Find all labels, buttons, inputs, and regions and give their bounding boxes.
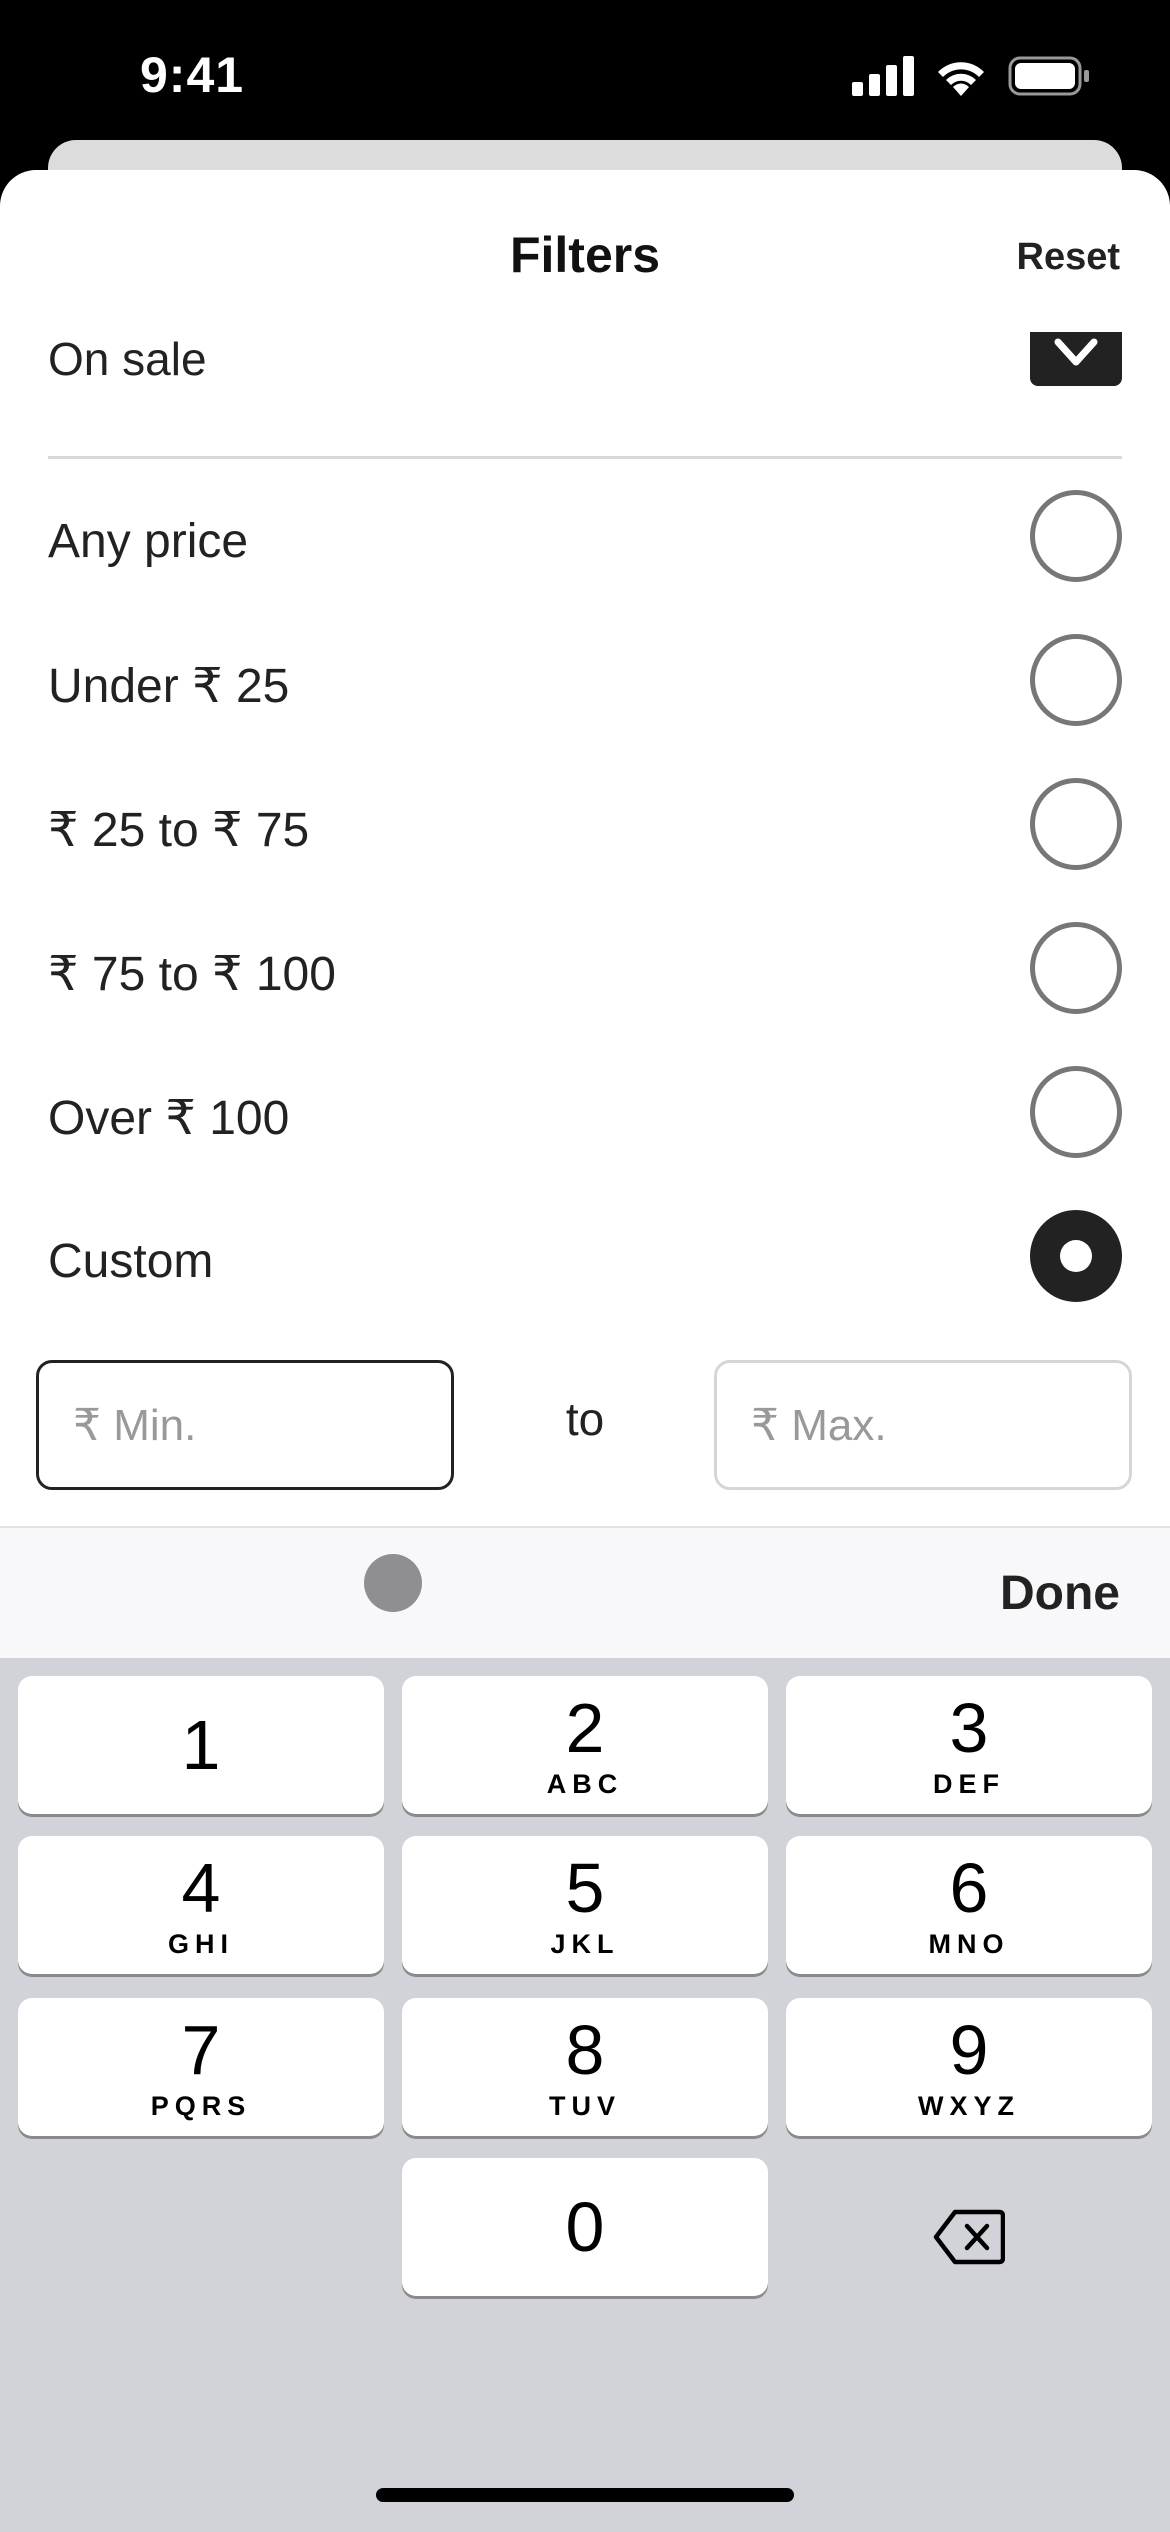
radio-75-to-100[interactable] [1030,922,1122,1014]
key-digit: 9 [949,2010,989,2089]
radio-custom[interactable] [1030,1210,1122,1302]
key-8[interactable]: 8 TUV [402,1998,768,2136]
key-7[interactable]: 7 PQRS [18,1998,384,2136]
key-2[interactable]: 2 ABC [402,1676,768,1814]
wifi-icon [938,62,984,96]
key-letters: WXYZ [918,2090,1020,2121]
key-digit: 5 [565,1848,605,1927]
key-letters: GHI [167,1928,234,1959]
key-letters: MNO [928,1928,1010,1959]
radio-25-to-75[interactable] [1030,778,1122,870]
max-price-placeholder: ₹ Max. [751,1400,887,1450]
price-option-custom[interactable]: Custom [0,1190,1170,1320]
price-option-label: Any price [48,515,249,568]
radio-over-100[interactable] [1030,1066,1122,1158]
key-digit: 6 [949,1848,989,1927]
status-icons [852,56,1090,96]
key-9[interactable]: 9 WXYZ [786,1998,1152,2136]
key-1[interactable]: 1 [18,1676,384,1814]
backspace-icon [933,2209,1005,2265]
cellular-signal-icon [852,56,914,96]
price-option-75-to-100[interactable]: ₹ 75 to ₹ 100 [0,902,1170,1032]
price-option-label: Under ₹ 25 [48,660,290,713]
key-letters: DEF [933,1768,1005,1799]
key-letters: TUV [549,2090,621,2121]
key-digit: 4 [181,1848,221,1927]
key-letters: PQRS [150,2090,252,2121]
radio-under-25[interactable] [1030,634,1122,726]
reset-button[interactable]: Reset [1017,236,1121,279]
key-digit: 1 [181,1706,221,1784]
checkmark-icon [1054,338,1098,366]
divider [48,456,1122,459]
price-option-25-to-75[interactable]: ₹ 25 to ₹ 75 [0,758,1170,888]
price-option-label: ₹ 75 to ₹ 100 [48,948,336,1001]
page-title: Filters [509,227,661,283]
key-digit: 0 [565,2188,605,2266]
key-0[interactable]: 0 [402,2158,768,2296]
price-option-label: Custom [48,1235,214,1288]
filters-sheet: Filters Reset On sale Any price Under ₹ … [0,170,1170,1526]
key-letters: ABC [546,1768,624,1799]
status-time: 9:41 [140,47,245,103]
battery-icon [1008,56,1089,96]
price-option-under-25[interactable]: Under ₹ 25 [0,614,1170,744]
done-button[interactable]: Done [1000,1566,1120,1621]
price-option-any[interactable]: Any price [0,470,1170,600]
numeric-keypad: 1 2 ABC 3 DEF 4 GHI 5 JKL 6 MNO 7 PQRS 8… [0,1658,1170,2532]
cursor-handle[interactable] [364,1554,422,1612]
max-price-input[interactable]: ₹ Max. [714,1360,1132,1490]
price-option-label: ₹ 25 to ₹ 75 [48,804,310,857]
key-5[interactable]: 5 JKL [402,1836,768,1974]
price-option-label: Over ₹ 100 [48,1092,290,1145]
backspace-key[interactable] [786,2168,1152,2306]
on-sale-label: On sale [48,333,207,385]
key-4[interactable]: 4 GHI [18,1836,384,1974]
home-indicator[interactable] [376,2488,794,2502]
key-digit: 2 [565,1688,605,1767]
on-sale-row[interactable]: On sale [0,320,1170,430]
status-bar: 9:41 [0,0,1170,150]
key-letters: JKL [550,1928,620,1959]
key-digit: 7 [181,2010,221,2089]
key-digit: 8 [565,2010,605,2089]
key-6[interactable]: 6 MNO [786,1836,1152,1974]
price-option-over-100[interactable]: Over ₹ 100 [0,1046,1170,1176]
on-sale-checkbox[interactable] [1030,332,1122,386]
key-digit: 3 [949,1688,989,1767]
radio-any-price[interactable] [1030,490,1122,582]
keyboard-toolbar: Done [0,1526,1170,1658]
key-3[interactable]: 3 DEF [786,1676,1152,1814]
